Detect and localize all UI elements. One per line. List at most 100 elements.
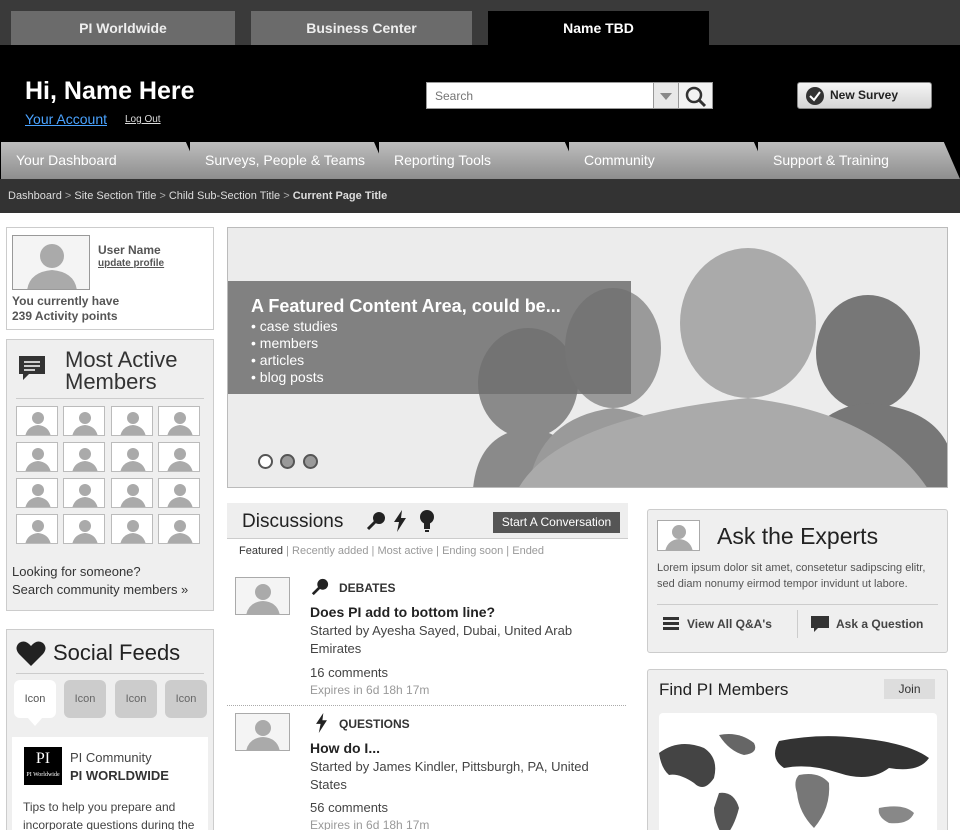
member-thumbnail[interactable] — [16, 478, 58, 508]
microphone-icon — [311, 578, 329, 596]
nav-support-training[interactable]: Support & Training — [758, 142, 960, 179]
breadcrumb-child-section[interactable]: Child Sub-Section Title — [169, 190, 280, 202]
join-button[interactable]: Join — [884, 679, 935, 699]
tab-name-tbd[interactable]: Name TBD — [488, 11, 709, 45]
lightning-icon[interactable] — [393, 510, 407, 532]
feed-account[interactable]: PI WORLDWIDE — [70, 768, 169, 783]
tab-business-center[interactable]: Business Center — [251, 11, 472, 45]
avatar — [657, 520, 700, 551]
avatar[interactable] — [235, 577, 290, 615]
search-community-members-link[interactable]: Search community members » — [12, 582, 188, 597]
featured-item: • articles — [251, 352, 305, 368]
user-silhouette-icon — [167, 520, 193, 543]
discussion-author: Started by James Kindler, Pittsburgh, PA… — [310, 759, 589, 792]
discussion-title-link[interactable]: Does PI add to bottom line? — [310, 604, 495, 620]
microphone-icon[interactable] — [366, 511, 386, 531]
filter-most-active[interactable]: Most active — [377, 545, 433, 557]
search-button[interactable] — [679, 82, 713, 109]
member-thumbnail[interactable] — [111, 514, 153, 544]
breadcrumb-site-section[interactable]: Site Section Title — [74, 190, 156, 202]
discussion-comments[interactable]: 16 comments — [310, 665, 388, 680]
member-thumbnail[interactable] — [63, 478, 105, 508]
discussion-title-link[interactable]: How do I... — [310, 740, 380, 756]
most-active-members-panel: Most Active Members Looking for someone?… — [6, 339, 214, 611]
update-profile-link[interactable]: update profile — [98, 258, 164, 269]
discussion-expires: Expires in 6d 18h 17m — [310, 683, 430, 697]
user-silhouette-icon — [167, 448, 193, 471]
nav-surveys-people-teams[interactable]: Surveys, People & Teams — [190, 142, 390, 179]
filter-recently-added[interactable]: Recently added — [292, 545, 368, 557]
filter-ended[interactable]: Ended — [512, 545, 544, 557]
user-silhouette-icon — [72, 448, 98, 471]
member-thumbnail[interactable] — [111, 478, 153, 508]
carousel-dot-1[interactable] — [258, 454, 273, 469]
member-thumbnail[interactable] — [158, 442, 200, 472]
breadcrumb-dashboard[interactable]: Dashboard — [8, 190, 62, 202]
start-conversation-button[interactable]: Start A Conversation — [493, 512, 620, 533]
featured-item: • blog posts — [251, 369, 324, 385]
user-silhouette-icon — [72, 412, 98, 435]
log-out-link[interactable]: Log Out — [125, 114, 161, 125]
user-silhouette-icon — [72, 520, 98, 543]
profile-panel: User Name update profile You currently h… — [6, 227, 214, 330]
search-input[interactable] — [426, 82, 654, 109]
social-feeds-panel: Social Feeds Icon Icon Icon Icon PI PI W… — [6, 629, 214, 830]
divider — [16, 398, 204, 399]
user-silhouette-icon — [27, 244, 77, 289]
world-map-image — [659, 734, 929, 830]
member-thumbnail[interactable] — [111, 442, 153, 472]
search-dropdown-arrow[interactable] — [654, 82, 679, 109]
user-silhouette-icon — [246, 584, 280, 614]
social-feeds-title: Social Feeds — [53, 640, 181, 665]
user-silhouette-icon — [25, 484, 51, 507]
social-tab-3[interactable]: Icon — [115, 680, 157, 718]
discussion-filters: Featured | Recently added | Most active … — [239, 545, 544, 557]
find-members-title: Find PI Members — [659, 680, 789, 699]
member-thumbnail[interactable] — [16, 406, 58, 436]
member-thumbnail[interactable] — [16, 514, 58, 544]
nav-your-dashboard[interactable]: Your Dashboard — [1, 142, 202, 179]
your-account-link[interactable]: Your Account — [25, 111, 107, 127]
divider — [16, 673, 204, 674]
featured-item: • members — [251, 335, 319, 351]
search-icon — [685, 86, 707, 108]
social-tab-4[interactable]: Icon — [165, 680, 207, 718]
view-all-qa-link[interactable]: View All Q&A's — [687, 617, 772, 631]
pi-worldwide-logo: PI PI Worldwide — [24, 747, 62, 785]
featured-item: • case studies — [251, 318, 338, 334]
featured-overlay[interactable]: A Featured Content Area, could be... • c… — [228, 281, 631, 394]
user-silhouette-icon — [25, 520, 51, 543]
member-thumbnail[interactable] — [63, 514, 105, 544]
nav-reporting-tools[interactable]: Reporting Tools — [379, 142, 581, 179]
social-feed-card: PI PI Worldwide PI Community PI WORLDWID… — [12, 737, 208, 830]
carousel-dot-2[interactable] — [280, 454, 295, 469]
tab-pi-worldwide[interactable]: PI Worldwide — [11, 11, 235, 45]
member-thumbnail[interactable] — [158, 514, 200, 544]
member-thumbnail[interactable] — [63, 406, 105, 436]
filter-separator: | — [283, 545, 293, 557]
nav-community[interactable]: Community — [569, 142, 770, 179]
ask-question-link[interactable]: Ask a Question — [836, 617, 923, 631]
member-thumbnail[interactable] — [158, 406, 200, 436]
tab-pointer-icon — [27, 717, 43, 726]
carousel-dot-3[interactable] — [303, 454, 318, 469]
member-thumbnail[interactable] — [158, 478, 200, 508]
activity-points: You currently have 239 Activity points — [12, 294, 119, 324]
member-thumbnail[interactable] — [111, 406, 153, 436]
member-thumbnail[interactable] — [16, 442, 58, 472]
avatar[interactable] — [235, 713, 290, 751]
logo-subtext: PI Worldwide — [26, 772, 60, 778]
user-silhouette-icon — [120, 520, 146, 543]
lightbulb-icon[interactable] — [419, 510, 435, 532]
user-silhouette-icon — [72, 484, 98, 507]
filter-featured[interactable]: Featured — [239, 545, 283, 557]
world-map[interactable] — [659, 713, 937, 830]
member-thumbnail[interactable] — [63, 442, 105, 472]
social-tab-1[interactable]: Icon — [14, 680, 56, 718]
user-silhouette-icon — [665, 525, 693, 550]
filter-ending-soon[interactable]: Ending soon — [442, 545, 503, 557]
avatar[interactable] — [12, 235, 90, 290]
discussion-comments[interactable]: 56 comments — [310, 800, 388, 815]
new-survey-button[interactable]: New Survey — [797, 82, 932, 109]
social-tab-2[interactable]: Icon — [64, 680, 106, 718]
